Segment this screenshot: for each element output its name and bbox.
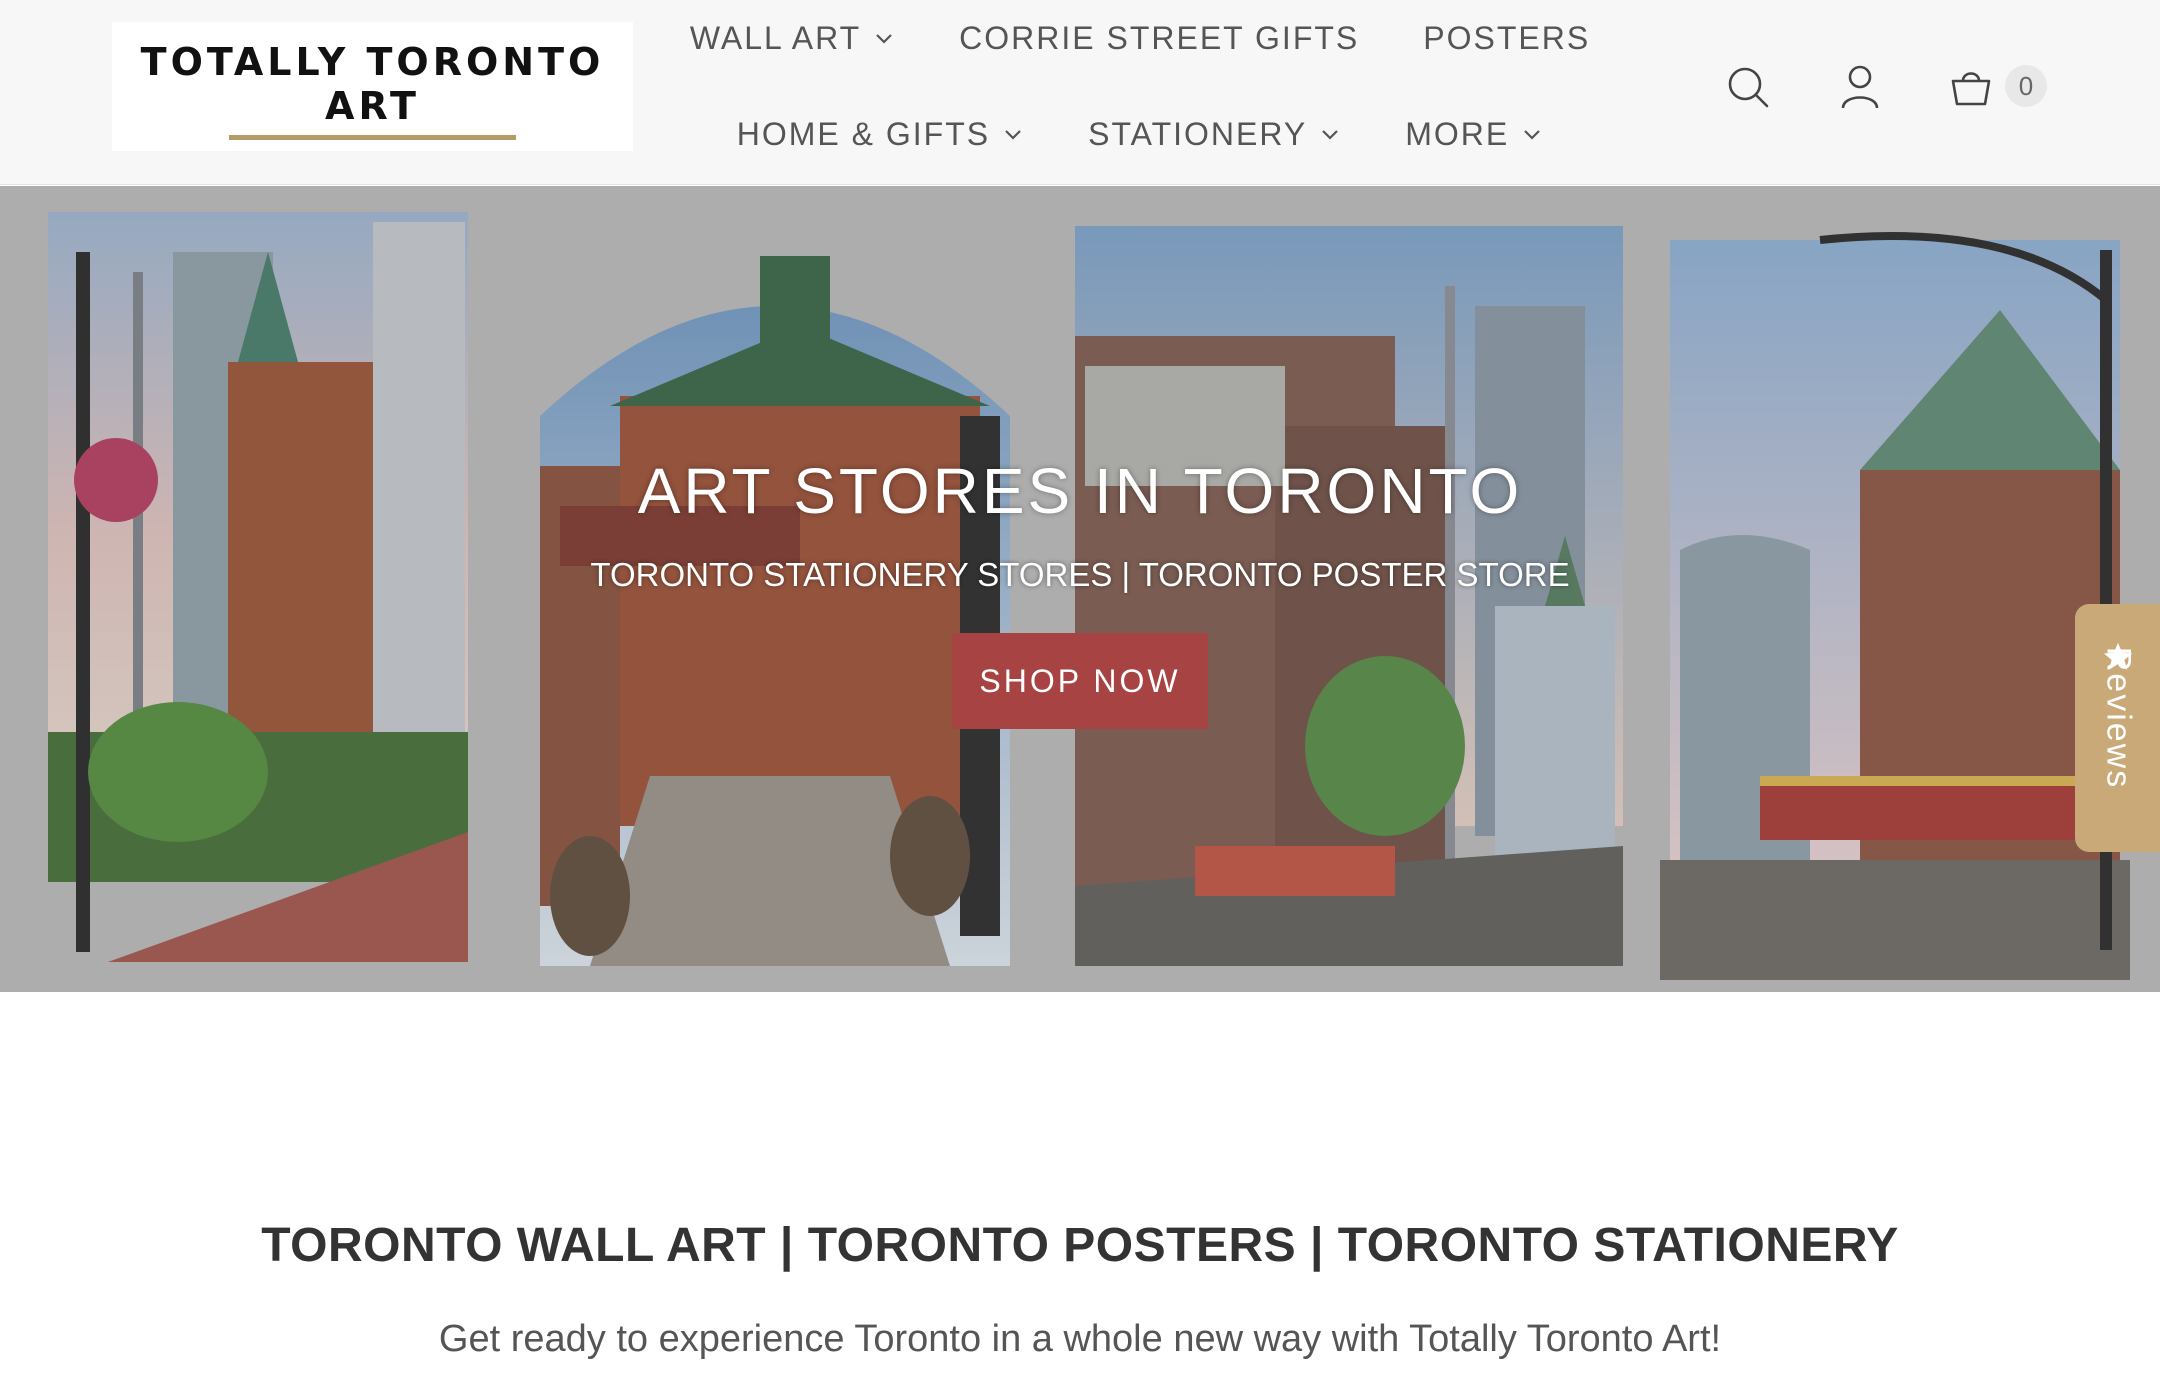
user-icon [1841,65,1879,109]
site-logo[interactable]: TOTALLY TORONTO ART [112,22,633,151]
chevron-down-icon [1005,130,1021,140]
nav-row-1: WALL ART CORRIE STREET GIFTS POSTERS [640,14,1640,62]
nav-label: POSTERS [1423,19,1591,56]
nav-row-2: HOME & GIFTS STATIONERY MORE [640,110,1640,158]
nav-label: MORE [1405,115,1510,152]
logo-line2: ART [325,84,420,128]
basket-icon [1951,72,1991,106]
section-intro-text: Get ready to experience Toronto in a who… [438,1318,1722,1360]
nav-item-more[interactable]: MORE [1373,110,1575,158]
nav-label: HOME & GIFTS [736,115,991,152]
nav-item-wall-art[interactable]: WALL ART [658,14,927,62]
section-title: TORONTO WALL ART | TORONTO POSTERS | TOR… [261,1219,1899,1272]
cart-count-badge[interactable]: 0 [2005,65,2047,107]
nav-item-home-gifts[interactable]: HOME & GIFTS [705,110,1056,158]
reviews-tab-label: Reviews [2099,646,2138,790]
chevron-down-icon [1322,130,1339,140]
nav-item-stationery[interactable]: STATIONERY [1056,110,1373,158]
account-button[interactable] [1832,55,1888,119]
nav-label: CORRIE STREET GIFTS [959,19,1360,56]
logo-line1: TOTALLY TORONTO [140,40,605,84]
chevron-down-icon [876,34,892,44]
logo-underline [229,135,516,140]
chevron-down-icon [1524,130,1541,140]
main-nav: WALL ART CORRIE STREET GIFTS POSTERS HOM… [640,0,1640,185]
hero-banner: ART STORES IN TORONTO TORONTO STATIONERY… [0,186,2160,992]
shop-now-button[interactable]: SHOP NOW [952,633,1208,729]
cart-button[interactable] [1943,55,1999,119]
nav-label: STATIONERY [1088,115,1308,152]
nav-label: WALL ART [689,19,862,56]
nav-item-corrie-street-gifts[interactable]: CORRIE STREET GIFTS [927,14,1391,62]
search-icon [1728,67,1769,108]
search-button[interactable] [1720,55,1776,119]
site-header: TOTALLY TORONTO ART WALL ART CORRIE STRE… [0,0,2160,185]
nav-item-posters[interactable]: POSTERS [1391,14,1622,62]
hero-title: ART STORES IN TORONTO [637,455,1523,527]
hero-subtitle: TORONTO STATIONERY STORES | TORONTO POST… [590,556,1570,593]
